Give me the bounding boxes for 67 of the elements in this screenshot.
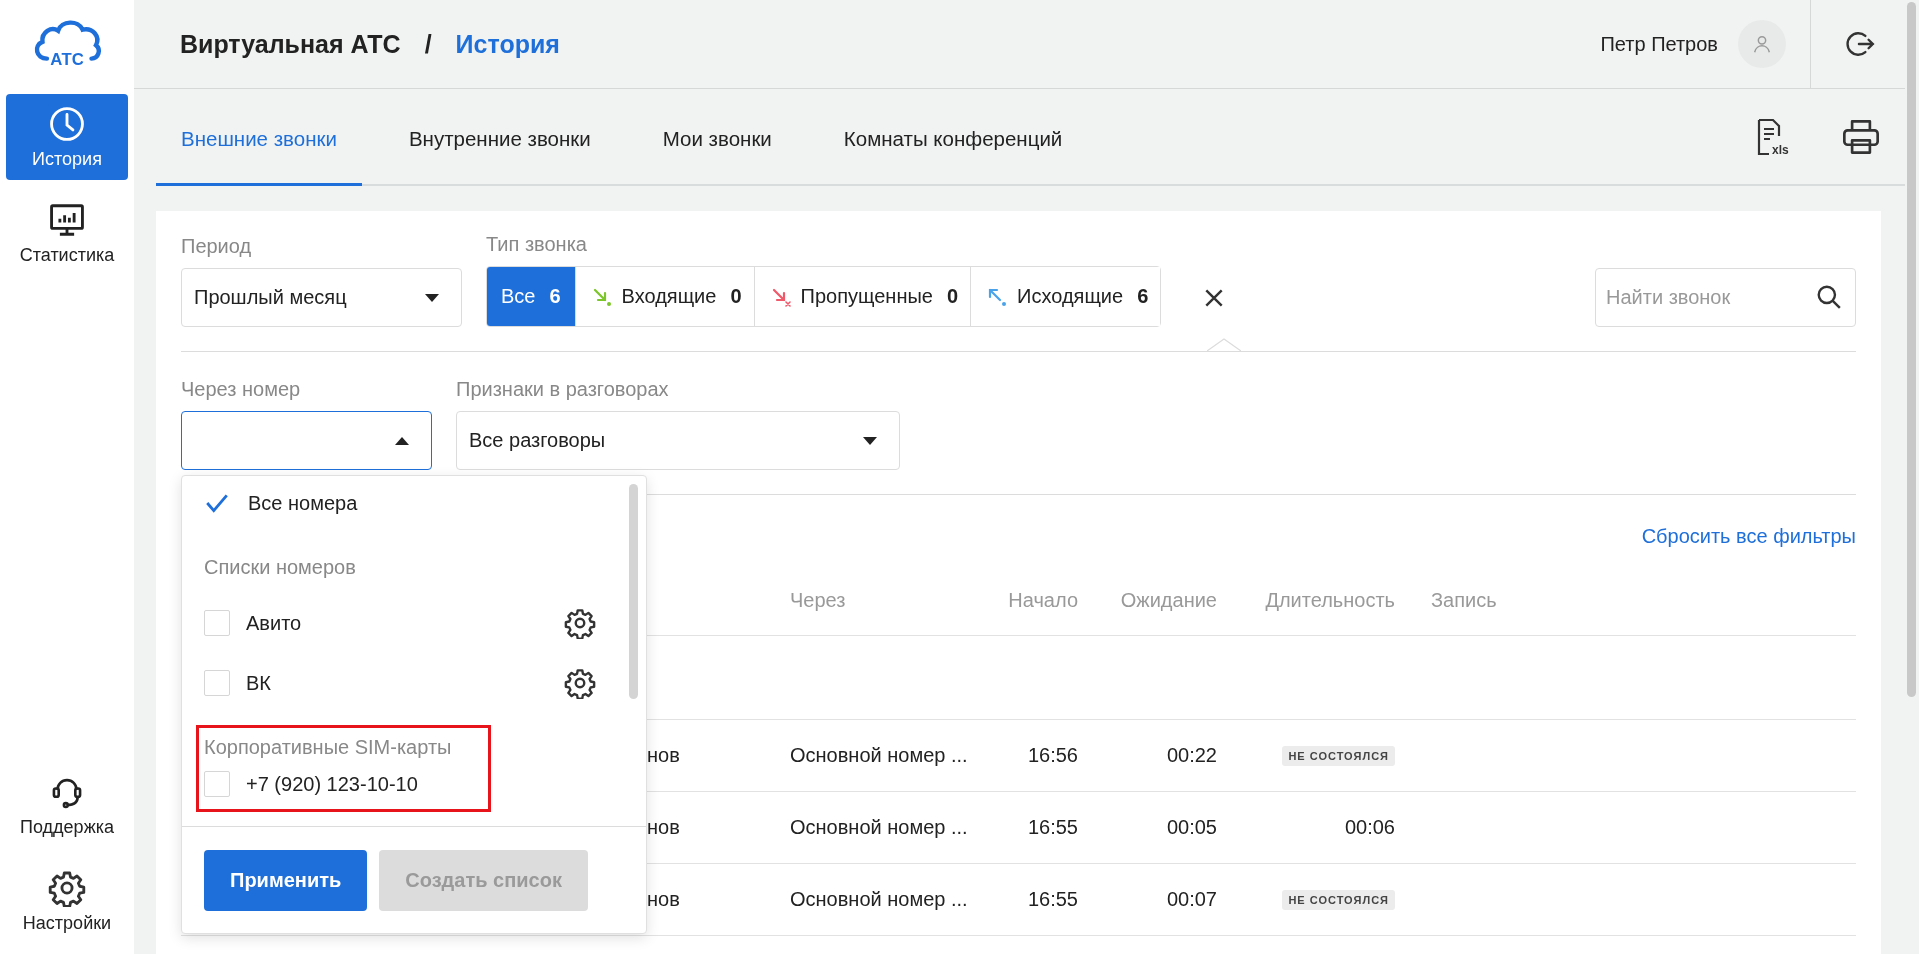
period-select[interactable]: Прошлый месяц: [181, 268, 462, 327]
clock-icon: [48, 104, 86, 143]
table-cell-text: Основной номер ...: [790, 744, 969, 767]
table-cell-text: 00:22: [1165, 744, 1217, 767]
incoming-call-icon: [591, 286, 612, 307]
logout-icon[interactable]: [1845, 29, 1875, 59]
table-cell-text: нов: [647, 744, 681, 767]
section-heading: Корпоративные SIM-карты: [204, 735, 453, 759]
status-badge: НЕ СОСТОЯЛСЯ: [1282, 889, 1395, 910]
number-select[interactable]: [181, 411, 432, 470]
table-cell-text: 16:55: [1026, 816, 1078, 839]
table-cell-text: 00:07: [1165, 888, 1217, 911]
scrollbar[interactable]: [629, 484, 638, 699]
caret-icon: [863, 436, 877, 445]
call-type-filter[interactable]: Исходящие 6: [970, 267, 1161, 326]
table-cell-text: Основной номер ...: [790, 888, 969, 911]
tab[interactable]: Мои звонки: [637, 89, 797, 186]
option-label[interactable]: +7 (920) 123-10-10: [246, 772, 438, 796]
table-cell-text: 00:05: [1165, 816, 1217, 839]
column-header: Запись: [1430, 589, 1498, 612]
call-type-filter[interactable]: Все 6: [487, 267, 575, 326]
table-cell-text: Основной номер ...: [790, 816, 969, 839]
table-cell-text: нов: [647, 816, 681, 839]
checkbox[interactable]: [204, 610, 230, 636]
tab[interactable]: Внешние звонки: [156, 89, 362, 186]
checkbox[interactable]: [204, 771, 230, 797]
tab[interactable]: Внутренние звонки: [383, 89, 616, 186]
tab[interactable]: Комнаты конференций: [818, 89, 1088, 186]
user-name[interactable]: Петр Петров: [1600, 32, 1718, 56]
breadcrumb-item[interactable]: Виртуальная АТС: [180, 29, 401, 59]
sidebar-item[interactable]: Настройки: [6, 858, 128, 944]
field-label: Тип звонка: [486, 233, 588, 256]
caret-icon: [425, 293, 439, 302]
reset-filters-link[interactable]: Сбросить все фильтры: [1641, 525, 1856, 566]
status-badge: НЕ СОСТОЯЛСЯ: [1282, 745, 1395, 766]
table-cell-text: 16:55: [1026, 888, 1078, 911]
checkbox[interactable]: [204, 670, 230, 696]
logo[interactable]: АТС: [31, 14, 103, 72]
field-label: Признаки в разговорах: [456, 378, 670, 401]
settings-icon[interactable]: [564, 607, 596, 639]
breadcrumb-separator: /: [424, 29, 432, 59]
outgoing-call-icon: [987, 286, 1008, 307]
field-label: Период: [181, 235, 253, 258]
apply-button[interactable]: Применить: [204, 850, 368, 911]
missed-call-icon: [770, 286, 791, 307]
option-label[interactable]: Авито: [246, 611, 548, 635]
features-select[interactable]: Все разговоры: [456, 411, 900, 470]
caret-icon: [395, 436, 409, 445]
column-header: Длительность: [1264, 589, 1395, 612]
section-heading: Списки номеров: [204, 555, 357, 580]
sidebar-item[interactable]: Статистика: [6, 190, 128, 276]
column-header: Через: [790, 589, 847, 612]
field-label: Через номер: [181, 378, 302, 401]
column-header: Начало: [1007, 589, 1078, 612]
search-field[interactable]: Найти звонок: [1595, 268, 1856, 327]
settings-icon[interactable]: [564, 667, 596, 699]
table-cell: 00:06: [1344, 816, 1395, 839]
scrollbar[interactable]: [1907, 2, 1916, 697]
page-title: История: [455, 29, 560, 59]
option-label[interactable]: ВК: [246, 671, 548, 695]
dropdown-item[interactable]: Все номера: [204, 476, 646, 530]
sidebar-item[interactable]: Поддержка: [6, 762, 128, 848]
table-cell-text: 16:56: [1026, 744, 1078, 767]
table-cell-text: нов: [647, 888, 681, 911]
sidebar-item[interactable]: История: [6, 94, 128, 180]
search-icon[interactable]: [1816, 284, 1842, 310]
column-header: Ожидание: [1119, 589, 1217, 612]
